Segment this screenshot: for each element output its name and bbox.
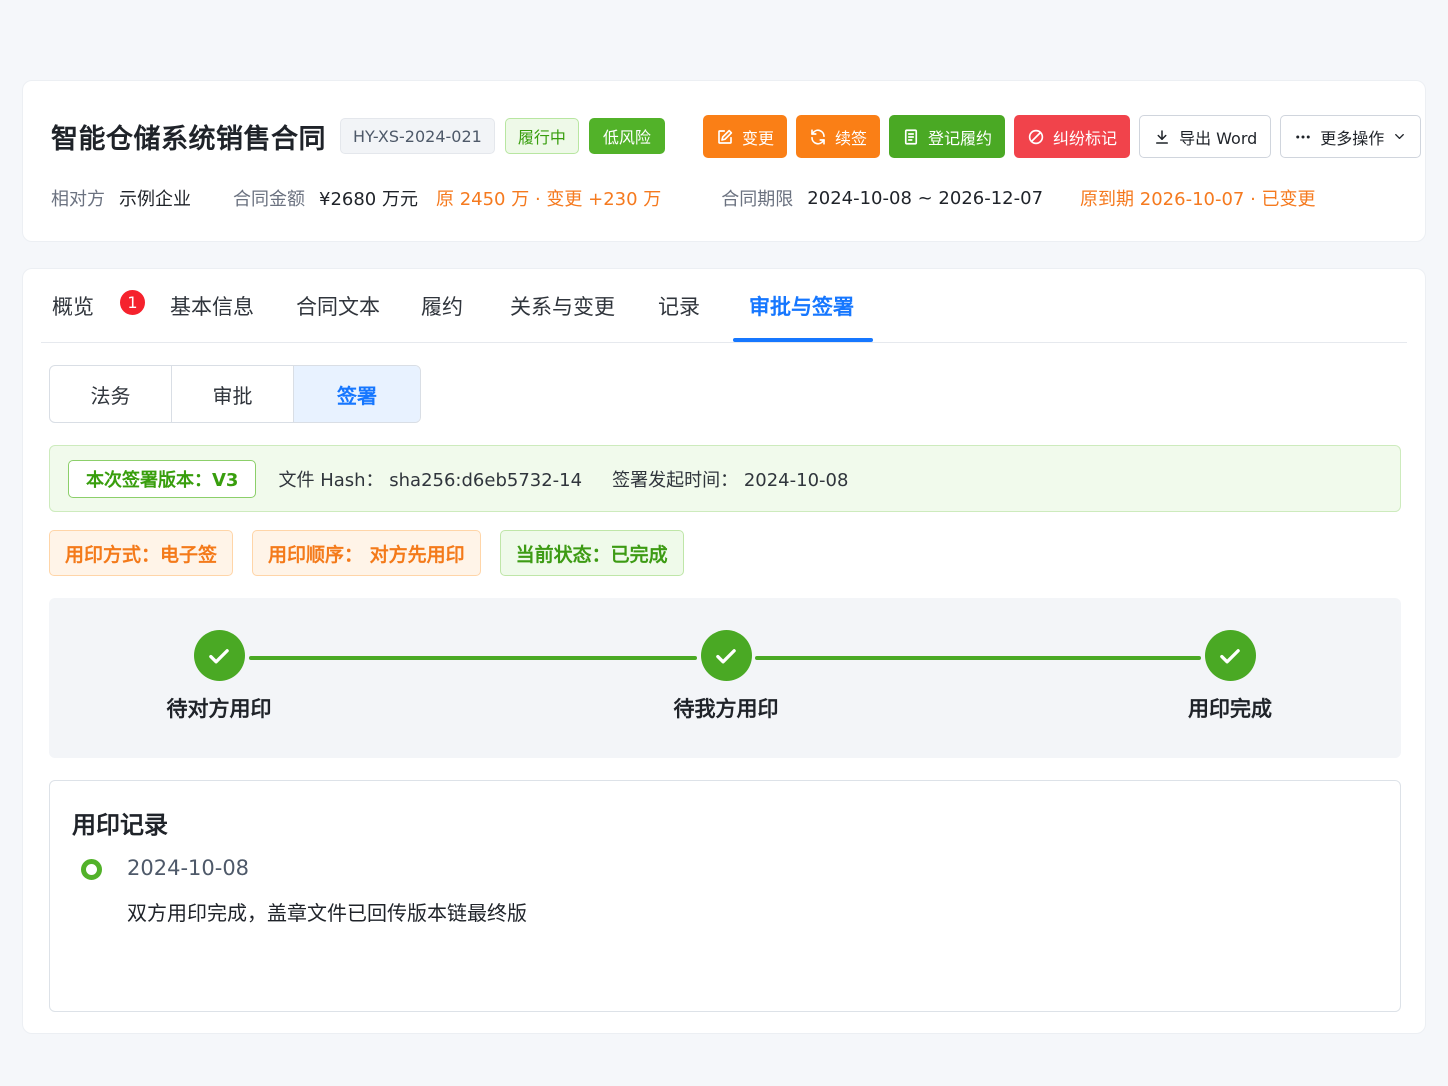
check-icon: [209, 648, 229, 663]
seal-progress-steps: 待对方用印 待我方用印 用印完成: [49, 598, 1401, 758]
renew-button[interactable]: 续签: [796, 115, 881, 158]
seal-info-chips: 用印方式：电子签 用印顺序： 对方先用印 当前状态：已完成: [49, 530, 684, 576]
register-performance-label: 登记履约: [928, 128, 993, 148]
dispute-mark-label: 纠纷标记: [1053, 128, 1118, 148]
chevron-down-icon: [1395, 134, 1405, 139]
amount-label: 合同金额: [233, 189, 305, 210]
check-icon: [1220, 648, 1240, 663]
segment-signing[interactable]: 签署: [294, 366, 420, 422]
risk-level-tag: 低风险: [588, 118, 665, 154]
contract-status-tag: 履行中: [504, 118, 579, 154]
seal-order-chip: 用印顺序： 对方先用印: [252, 530, 481, 576]
seal-method-chip: 用印方式：电子签: [49, 530, 234, 576]
period-value: 2024-10-08 ~ 2026-12-07: [807, 187, 1044, 209]
period-change-note: 原到期 2026-10-07 · 已变更: [1080, 189, 1316, 210]
step-seal-complete: 用印完成: [1130, 630, 1330, 723]
file-hash: 文件 Hash： sha256:d6eb5732-14: [278, 469, 583, 491]
more-icon: [1296, 135, 1311, 138]
tab-overview[interactable]: 概览 1: [52, 288, 147, 323]
change-button-label: 变更: [742, 128, 775, 148]
step-label: 待对方用印: [166, 697, 272, 721]
edit-icon: [718, 129, 733, 144]
tab-contract-text[interactable]: 合同文本: [296, 291, 380, 323]
title-row: 智能仓储系统销售合同 HY-XS-2024-021 履行中 低风险: [51, 115, 665, 157]
download-icon: [1156, 129, 1169, 144]
contract-code-tag: HY-XS-2024-021: [340, 118, 495, 154]
signing-version-bar: 本次签署版本：V3 文件 Hash： sha256:d6eb5732-14 签署…: [49, 445, 1401, 512]
change-button[interactable]: 变更: [703, 115, 788, 158]
tab-overview-label: 概览: [52, 295, 94, 319]
register-icon: [904, 128, 918, 145]
contract-meta-row: 相对方 示例企业 合同金额 ¥2680 万元 原 2450 万 · 变更 +23…: [51, 183, 1316, 213]
register-performance-button[interactable]: 登记履约: [889, 115, 1006, 158]
export-word-label: 导出 Word: [1179, 128, 1258, 148]
tab-basic-info[interactable]: 基本信息: [170, 291, 254, 323]
period-label: 合同期限: [721, 189, 794, 210]
tab-relations-changes[interactable]: 关系与变更: [510, 291, 615, 323]
amount-change-note: 原 2450 万 · 变更 +230 万: [435, 189, 662, 210]
ban-icon: [1028, 129, 1044, 144]
seal-records-title: 用印记录: [72, 811, 168, 839]
record-date: 2024-10-08: [127, 856, 250, 880]
amount-value: ¥2680 万元: [319, 189, 418, 210]
step-label: 用印完成: [1188, 697, 1272, 721]
signing-segment-control: 法务 审批 签署: [49, 365, 421, 423]
step-complete-marker: [700, 630, 752, 681]
check-icon: [716, 648, 736, 663]
signing-version-tag: 本次签署版本：V3: [68, 459, 257, 498]
signing-start-time: 签署发起时间： 2024-10-08: [612, 469, 849, 491]
dispute-mark-button[interactable]: 纠纷标记: [1014, 115, 1131, 158]
party-value: 示例企业: [119, 189, 191, 210]
step-complete-marker: [1204, 630, 1256, 681]
step-label: 待我方用印: [673, 697, 779, 721]
contract-title: 智能仓储系统销售合同: [51, 123, 326, 155]
seal-records-card: 用印记录 2024-10-08 双方用印完成，盖章文件已回传版本链最终版: [49, 780, 1401, 1012]
renew-button-label: 续签: [835, 128, 868, 148]
header-actions: 变更 续签 登记履约 纠纷标记 导出 Word 更多操作: [703, 115, 1422, 158]
more-actions-button[interactable]: 更多操作: [1280, 115, 1422, 158]
contract-header-card: 智能仓储系统销售合同 HY-XS-2024-021 履行中 低风险 变更 续签 …: [22, 80, 1426, 242]
party-label: 相对方: [51, 189, 105, 210]
tab-records[interactable]: 记录: [658, 291, 700, 323]
step-counterparty-seal: 待对方用印: [119, 630, 319, 723]
current-state-chip: 当前状态：已完成: [499, 530, 684, 576]
active-tab-indicator: [733, 338, 873, 342]
segment-legal[interactable]: 法务: [50, 366, 172, 422]
step-our-seal: 待我方用印: [626, 630, 826, 723]
notification-badge: 1: [118, 288, 147, 317]
tab-performance[interactable]: 履约: [421, 291, 463, 323]
record-description: 双方用印完成，盖章文件已回传版本链最终版: [127, 901, 527, 925]
segment-approval[interactable]: 审批: [172, 366, 294, 422]
detail-tabs: 概览 1 基本信息 合同文本 履约 关系与变更 记录 审批与签署: [41, 269, 1407, 343]
timeline-dot: [81, 859, 102, 880]
refresh-icon: [811, 128, 825, 145]
tab-approval-signing[interactable]: 审批与签署: [749, 291, 854, 323]
export-word-button[interactable]: 导出 Word: [1139, 115, 1272, 158]
step-complete-marker: [193, 630, 245, 681]
more-actions-label: 更多操作: [1320, 128, 1385, 148]
contract-detail-card: 概览 1 基本信息 合同文本 履约 关系与变更 记录 审批与签署 法务 审批 签…: [22, 268, 1426, 1034]
